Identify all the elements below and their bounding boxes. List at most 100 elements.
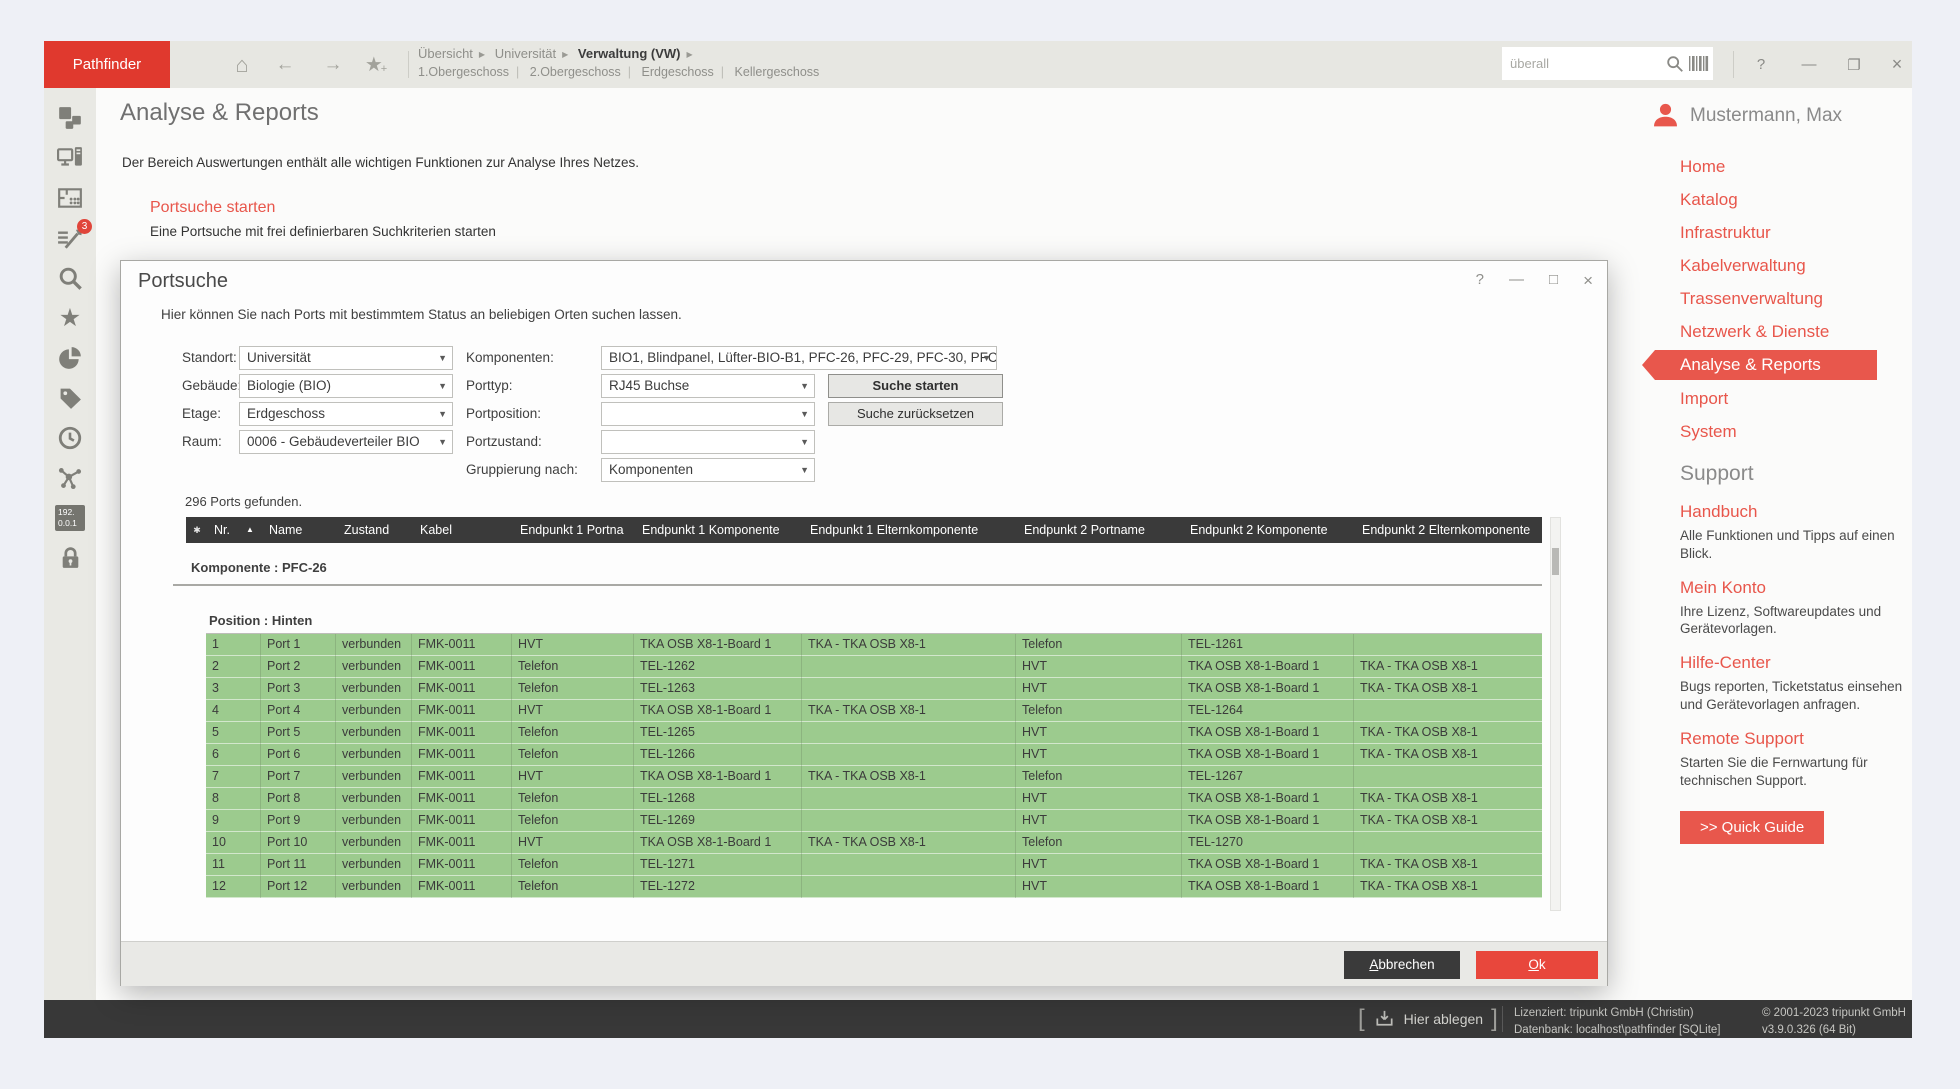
menu-item-import[interactable]: Import xyxy=(1655,382,1877,415)
search-icon[interactable] xyxy=(55,264,85,292)
suche-starten-button[interactable]: Suche starten xyxy=(828,374,1003,398)
maximize-button[interactable]: ❐ xyxy=(1837,41,1871,88)
table-row[interactable]: 2Port 2verbundenFMK-0011TelefonTEL-1262H… xyxy=(206,656,1542,678)
breadcrumb-item-current[interactable]: Verwaltung (VW) xyxy=(578,46,681,61)
column-header-ep2-elternkomponente[interactable]: Endpunkt 2 Elternkomponente xyxy=(1356,517,1542,543)
column-header-ep1-portname[interactable]: Endpunkt 1 Portna xyxy=(514,517,636,543)
gebaeude-dropdown[interactable]: Biologie (BIO)▼ xyxy=(239,374,453,398)
favorites-icon[interactable]: ★ xyxy=(55,304,85,332)
help-button[interactable]: ? xyxy=(1744,41,1778,88)
dialog-maximize-button[interactable]: □ xyxy=(1549,271,1558,291)
floor-link[interactable]: 2.Obergeschoss xyxy=(530,65,621,79)
column-header-kabel[interactable]: Kabel xyxy=(414,517,514,543)
table-row[interactable]: 11Port 11verbundenFMK-0011TelefonTEL-127… xyxy=(206,854,1542,876)
table-row[interactable]: 1Port 1verbundenFMK-0011HVTTKA OSB X8-1-… xyxy=(206,634,1542,656)
drop-zone[interactable]: [ Hier ablegen ] xyxy=(1358,1000,1498,1038)
column-header-name[interactable]: Name xyxy=(263,517,338,543)
menu-item-system[interactable]: System xyxy=(1655,415,1877,448)
tags-icon[interactable] xyxy=(55,384,85,412)
mein-konto-link[interactable]: Mein Konto xyxy=(1680,578,1908,598)
table-cell: FMK-0011 xyxy=(412,832,512,854)
search-input[interactable] xyxy=(1502,47,1662,80)
devices-icon[interactable] xyxy=(55,144,85,172)
standort-dropdown[interactable]: Universität▼ xyxy=(239,346,453,370)
menu-item-netzwerk-dienste[interactable]: Netzwerk & Dienste xyxy=(1655,315,1877,348)
portsuche-starten-link[interactable]: Portsuche starten xyxy=(150,199,275,217)
gruppierung-dropdown[interactable]: Komponenten▼ xyxy=(601,458,815,482)
hilfe-center-desc: Bugs reporten, Ticketstatus einsehen und… xyxy=(1680,678,1908,714)
table-row[interactable]: 12Port 12verbundenFMK-0011TelefonTEL-127… xyxy=(206,876,1542,898)
table-row[interactable]: 10Port 10verbundenFMK-0011HVTTKA OSB X8-… xyxy=(206,832,1542,854)
row-marker-header[interactable]: ✱ xyxy=(186,517,208,543)
table-cell: TEL-1262 xyxy=(634,656,802,678)
table-cell: verbunden xyxy=(336,700,412,722)
column-header-ep1-elternkomponente[interactable]: Endpunkt 1 Elternkomponente xyxy=(804,517,1018,543)
table-cell: HVT xyxy=(1016,854,1182,876)
column-header-ep2-komponente[interactable]: Endpunkt 2 Komponente xyxy=(1184,517,1356,543)
quick-guide-button[interactable]: >> Quick Guide xyxy=(1680,811,1824,844)
history-clock-icon[interactable] xyxy=(55,424,85,452)
menu-item-kabelverwaltung[interactable]: Kabelverwaltung xyxy=(1655,249,1877,282)
floorplan-icon[interactable] xyxy=(55,184,85,212)
table-row[interactable]: 4Port 4verbundenFMK-0011HVTTKA OSB X8-1-… xyxy=(206,700,1542,722)
dialog-help-button[interactable]: ? xyxy=(1476,271,1484,291)
menu-item-analyse-reports[interactable]: Analyse & Reports xyxy=(1655,350,1877,380)
menu-item-infrastruktur[interactable]: Infrastruktur xyxy=(1655,216,1877,249)
abbrechen-button[interactable]: Abbrechen xyxy=(1344,951,1460,979)
portzustand-dropdown[interactable]: ▼ xyxy=(601,430,815,454)
menu-item-trassenverwaltung[interactable]: Trassenverwaltung xyxy=(1655,282,1877,315)
close-button[interactable]: × xyxy=(1880,41,1914,88)
portposition-dropdown[interactable]: ▼ xyxy=(601,402,815,426)
barcode-scan-icon[interactable] xyxy=(1689,54,1709,73)
table-row[interactable]: 8Port 8verbundenFMK-0011TelefonTEL-1268H… xyxy=(206,788,1542,810)
user-account[interactable]: Mustermann, Max xyxy=(1651,101,1842,130)
floor-link[interactable]: Erdgeschoss xyxy=(642,65,714,79)
tasks-icon[interactable]: 3 xyxy=(55,224,85,252)
porttyp-dropdown[interactable]: RJ45 Buchse▼ xyxy=(601,374,815,398)
home-icon[interactable]: ⌂ xyxy=(222,41,262,88)
breadcrumb-item[interactable]: Universität xyxy=(495,46,556,61)
topology-icon[interactable] xyxy=(55,104,85,132)
hilfe-center-link[interactable]: Hilfe-Center xyxy=(1680,653,1908,673)
ok-button[interactable]: Ok xyxy=(1476,951,1598,979)
floor-link[interactable]: Kellergeschoss xyxy=(735,65,820,79)
table-cell: TEL-1270 xyxy=(1182,832,1354,854)
dialog-close-button[interactable]: × xyxy=(1583,271,1593,291)
remote-support-link[interactable]: Remote Support xyxy=(1680,729,1908,749)
forward-icon[interactable]: → xyxy=(313,41,353,88)
etage-dropdown[interactable]: Erdgeschoss▼ xyxy=(239,402,453,426)
column-header-zustand[interactable]: Zustand xyxy=(338,517,414,543)
minimize-button[interactable]: — xyxy=(1792,41,1826,88)
favorite-add-icon[interactable]: ★+ xyxy=(356,41,396,88)
breadcrumb-item[interactable]: Übersicht xyxy=(418,46,473,61)
reports-pie-icon[interactable] xyxy=(55,344,85,372)
table-row[interactable]: 5Port 5verbundenFMK-0011TelefonTEL-1265H… xyxy=(206,722,1542,744)
column-header-nr[interactable]: Nr.▲ xyxy=(208,517,263,543)
column-header-ep2-portname[interactable]: Endpunkt 2 Portname xyxy=(1018,517,1184,543)
komponenten-dropdown[interactable]: BIO1, Blindpanel, Lüfter-BIO-B1, PFC-26,… xyxy=(601,346,997,370)
dialog-minimize-button[interactable]: — xyxy=(1509,271,1524,291)
breadcrumb: Übersicht▶ Universität▶ Verwaltung (VW)▶ xyxy=(418,46,699,61)
table-row[interactable]: 7Port 7verbundenFMK-0011HVTTKA OSB X8-1-… xyxy=(206,766,1542,788)
standort-label: Standort: xyxy=(182,350,237,365)
table-row[interactable]: 9Port 9verbundenFMK-0011TelefonTEL-1269H… xyxy=(206,810,1542,832)
ip-address-icon[interactable]: 192.0.0.1 xyxy=(55,504,85,532)
raum-dropdown[interactable]: 0006 - Gebäudeverteiler BIO▼ xyxy=(239,430,453,454)
table-cell: Port 5 xyxy=(261,722,336,744)
search-icon[interactable] xyxy=(1665,54,1685,74)
network-icon[interactable] xyxy=(55,464,85,492)
floor-link[interactable]: 1.Obergeschoss xyxy=(418,65,509,79)
handbuch-link[interactable]: Handbuch xyxy=(1680,502,1908,522)
suche-zuruecksetzen-button[interactable]: Suche zurücksetzen xyxy=(828,402,1003,426)
table-row[interactable]: 6Port 6verbundenFMK-0011TelefonTEL-1266H… xyxy=(206,744,1542,766)
scrollbar-thumb[interactable] xyxy=(1552,548,1559,575)
security-lock-icon[interactable] xyxy=(55,544,85,572)
menu-item-home[interactable]: Home xyxy=(1655,150,1877,183)
table-scrollbar[interactable] xyxy=(1550,517,1561,911)
menu-item-katalog[interactable]: Katalog xyxy=(1655,183,1877,216)
column-header-ep1-komponente[interactable]: Endpunkt 1 Komponente xyxy=(636,517,804,543)
back-icon[interactable]: ← xyxy=(265,41,305,88)
app-logo[interactable]: Pathfinder xyxy=(44,41,170,88)
table-cell: 9 xyxy=(206,810,261,832)
table-row[interactable]: 3Port 3verbundenFMK-0011TelefonTEL-1263H… xyxy=(206,678,1542,700)
